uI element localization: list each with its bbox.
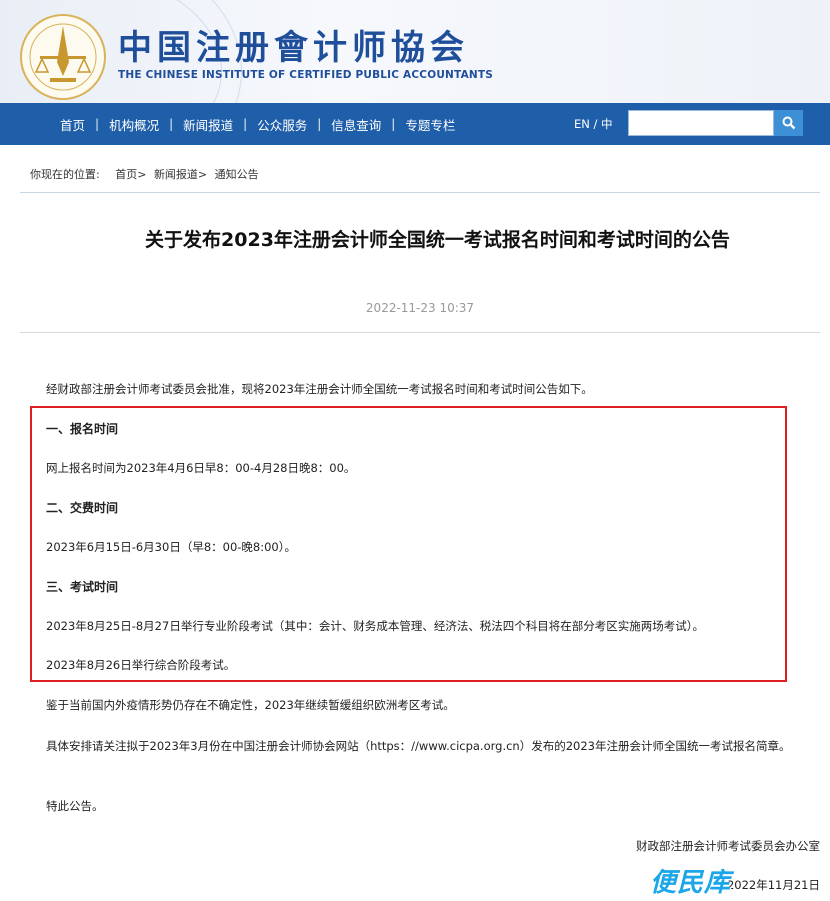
nav-item-public-service[interactable]: 公众服务: [247, 115, 317, 134]
article-intro: 经财政部注册会计师考试委员会批准，现将2023年注册会计师全国统一考试报名时间和…: [46, 382, 593, 396]
breadcrumb-prefix: 你现在的位置:: [30, 168, 100, 181]
nav-separator: |: [391, 117, 396, 131]
nav-separator: |: [169, 117, 174, 131]
nav-item-info-query[interactable]: 信息查询: [321, 115, 391, 134]
site-title-en: THE CHINESE INSTITUTE OF CERTIFIED PUBLI…: [118, 69, 494, 81]
language-switch[interactable]: EN / 中: [574, 103, 613, 145]
breadcrumb: 你现在的位置: 首页> 新闻报道> 通知公告: [30, 166, 263, 182]
section-text-exam-professional: 2023年8月25日-8月27日举行专业阶段考试（其中：会计、财务成本管理、经济…: [46, 619, 705, 633]
article-date: 2022-11-23 10:37: [365, 301, 475, 315]
nav-item-about[interactable]: 机构概况: [99, 115, 169, 134]
nav-separator: |: [317, 117, 322, 131]
section-heading-exam: 三、考试时间: [46, 580, 119, 594]
section-text-registration: 网上报名时间为2023年4月6日早8：00-4月28日晚8：00。: [46, 461, 356, 475]
signer: 财政部注册会计师考试委员会办公室: [636, 839, 820, 853]
section-heading-payment: 二、交费时间: [46, 501, 119, 515]
paragraph-arrangement: 具体安排请关注拟于2023年3月份在中国注册会计师协会网站（https：//ww…: [46, 739, 791, 753]
search-button[interactable]: [774, 110, 803, 136]
nav-item-news[interactable]: 新闻报道: [173, 115, 243, 134]
article-title: 关于发布2023年注册会计师全国统一考试报名时间和考试时间的公告: [145, 229, 730, 251]
breadcrumb-home[interactable]: 首页>: [115, 168, 146, 181]
cicpa-emblem-icon[interactable]: [20, 14, 106, 100]
section-text-exam-comprehensive: 2023年8月26日举行综合阶段考试。: [46, 658, 236, 672]
paragraph-covid: 鉴于当前国内外疫情形势仍存在不确定性，2023年继续暂缓组织欧洲考区考试。: [46, 698, 455, 712]
nav-item-home[interactable]: 首页: [50, 115, 95, 134]
section-text-payment: 2023年6月15日-6月30日（早8：00-晚8:00）。: [46, 540, 296, 554]
paragraph-closing: 特此公告。: [46, 799, 104, 813]
site-header: 中国注册會计师協会 THE CHINESE INSTITUTE OF CERTI…: [0, 0, 830, 103]
breadcrumb-news[interactable]: 新闻报道>: [154, 168, 207, 181]
breadcrumb-notices[interactable]: 通知公告: [215, 168, 259, 181]
site-title-cn: 中国注册會计师協会: [118, 28, 469, 68]
search-icon: [782, 116, 795, 130]
section-heading-registration: 一、报名时间: [46, 422, 119, 436]
watermark-logo: 便民库: [650, 868, 732, 898]
search-input[interactable]: [628, 110, 774, 136]
divider: [20, 332, 820, 333]
sign-date: 2022年11月21日: [726, 878, 820, 892]
nav-item-topics[interactable]: 专题专栏: [395, 115, 465, 134]
divider: [20, 192, 820, 193]
nav-separator: |: [95, 117, 100, 131]
nav-separator: |: [243, 117, 248, 131]
